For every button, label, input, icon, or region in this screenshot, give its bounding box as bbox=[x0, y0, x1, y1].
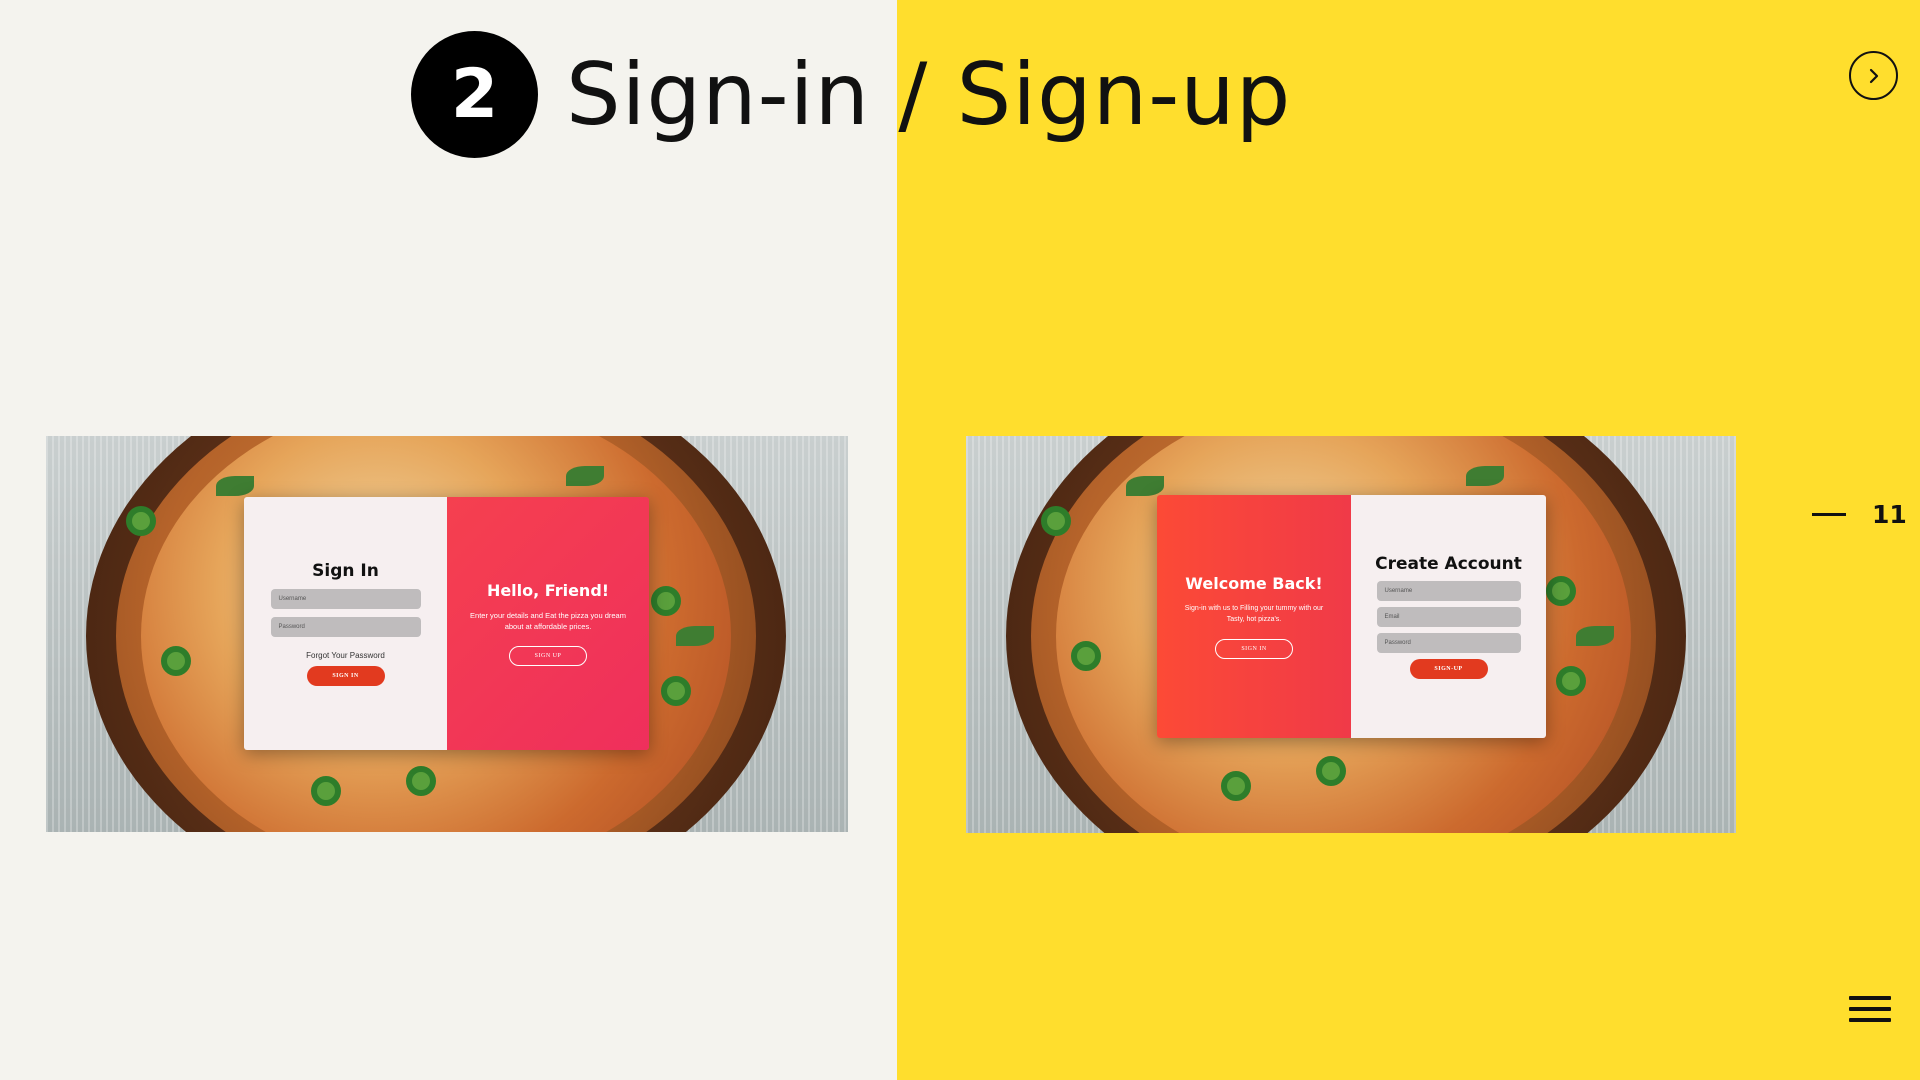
hello-panel-title: Hello, Friend! bbox=[486, 581, 610, 600]
email-field[interactable]: Email bbox=[1376, 607, 1521, 627]
welcome-panel-text: Sign-in with us to Filling your tummy wi… bbox=[1184, 605, 1324, 623]
create-account-title: Create Account bbox=[1375, 554, 1522, 574]
slide-header: 2 Sign-in / Sign-up bbox=[411, 31, 1291, 158]
signin-form-title: Sign In bbox=[312, 561, 379, 581]
signup-button[interactable]: SIGN-UP bbox=[1409, 659, 1488, 679]
welcome-panel: Welcome Back! Sign-in with us to Filling… bbox=[1157, 495, 1351, 738]
create-account-form: Create Account Username Email Password S… bbox=[1351, 495, 1546, 738]
menu-button[interactable] bbox=[1849, 996, 1891, 1026]
page-indicator: 11 bbox=[1812, 500, 1907, 529]
signin-form: Sign In Username Password Forgot Your Pa… bbox=[244, 497, 447, 750]
hamburger-menu-icon bbox=[1849, 996, 1891, 1022]
password-field[interactable]: Password bbox=[1376, 633, 1521, 653]
chevron-right-icon bbox=[1869, 68, 1878, 83]
signin-screenshot: Sign In Username Password Forgot Your Pa… bbox=[46, 436, 848, 832]
step-number-badge: 2 bbox=[411, 31, 538, 158]
slide-title: Sign-in / Sign-up bbox=[566, 44, 1292, 145]
welcome-panel-title: Welcome Back! bbox=[1185, 574, 1323, 593]
hello-panel-text: Enter your details and Eat the pizza you… bbox=[470, 611, 626, 631]
signin-button[interactable]: SIGN IN bbox=[306, 666, 385, 686]
username-field[interactable]: Username bbox=[270, 589, 421, 609]
page-dash bbox=[1812, 513, 1846, 516]
forgot-password-link[interactable]: Forgot Your Password bbox=[306, 651, 385, 660]
password-field[interactable]: Password bbox=[270, 617, 421, 637]
signup-screenshot: Welcome Back! Sign-in with us to Filling… bbox=[966, 436, 1736, 833]
signup-card: Welcome Back! Sign-in with us to Filling… bbox=[1157, 495, 1546, 738]
page-number: 11 bbox=[1872, 500, 1907, 529]
signin-toggle-button[interactable]: SIGN IN bbox=[1215, 639, 1293, 659]
hello-panel: Hello, Friend! Enter your details and Ea… bbox=[447, 497, 649, 750]
signin-card: Sign In Username Password Forgot Your Pa… bbox=[244, 497, 649, 750]
signup-toggle-button[interactable]: SIGN UP bbox=[509, 646, 587, 666]
next-slide-button[interactable] bbox=[1849, 51, 1898, 100]
username-field[interactable]: Username bbox=[1376, 581, 1521, 601]
